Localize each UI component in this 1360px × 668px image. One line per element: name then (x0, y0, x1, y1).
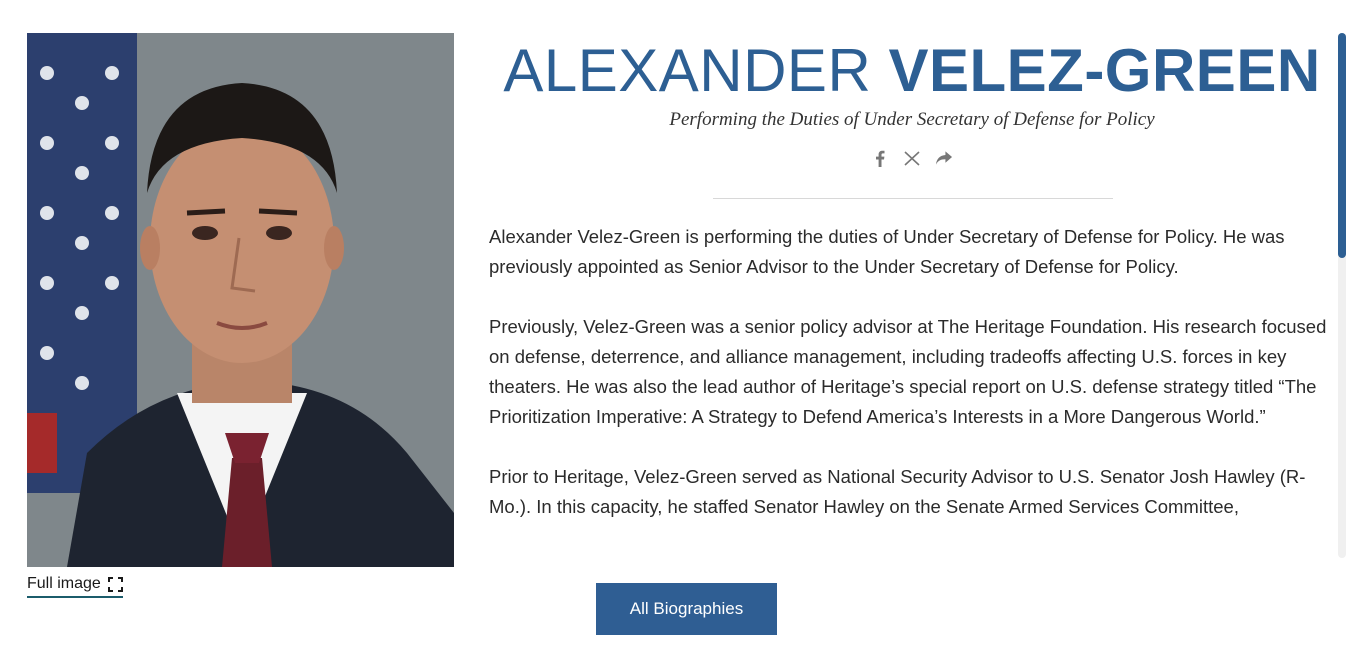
expand-icon (107, 576, 123, 592)
last-name: VELEZ-GREEN (888, 37, 1321, 104)
first-name: ALEXANDER (503, 37, 872, 104)
bio-scrollbar-thumb[interactable] (1338, 33, 1346, 258)
portrait-photo (27, 33, 454, 567)
facebook-icon[interactable] (871, 149, 889, 167)
portrait-illustration (27, 33, 454, 567)
bio-paragraph: Alexander Velez-Green is performing the … (489, 226, 1285, 277)
bio-paragraph: Previously, Velez-Green was a senior pol… (489, 316, 1327, 427)
bio-paragraph: Prior to Heritage, Velez-Green served as… (489, 466, 1306, 517)
biography-text: Alexander Velez-Green is performing the … (489, 222, 1331, 558)
person-title: Performing the Duties of Under Secretary… (669, 109, 1155, 130)
all-biographies-button[interactable]: All Biographies (596, 583, 777, 635)
share-bar (470, 149, 1354, 167)
person-name: ALEXANDER VELEZ-GREEN (470, 38, 1354, 104)
bio-header: ALEXANDER VELEZ-GREEN Performing the Dut… (470, 38, 1354, 167)
share-icon[interactable] (935, 149, 953, 167)
full-image-label: Full image (27, 575, 101, 592)
full-image-link[interactable]: Full image (27, 573, 123, 598)
header-divider (713, 198, 1113, 199)
x-icon[interactable] (903, 149, 921, 167)
